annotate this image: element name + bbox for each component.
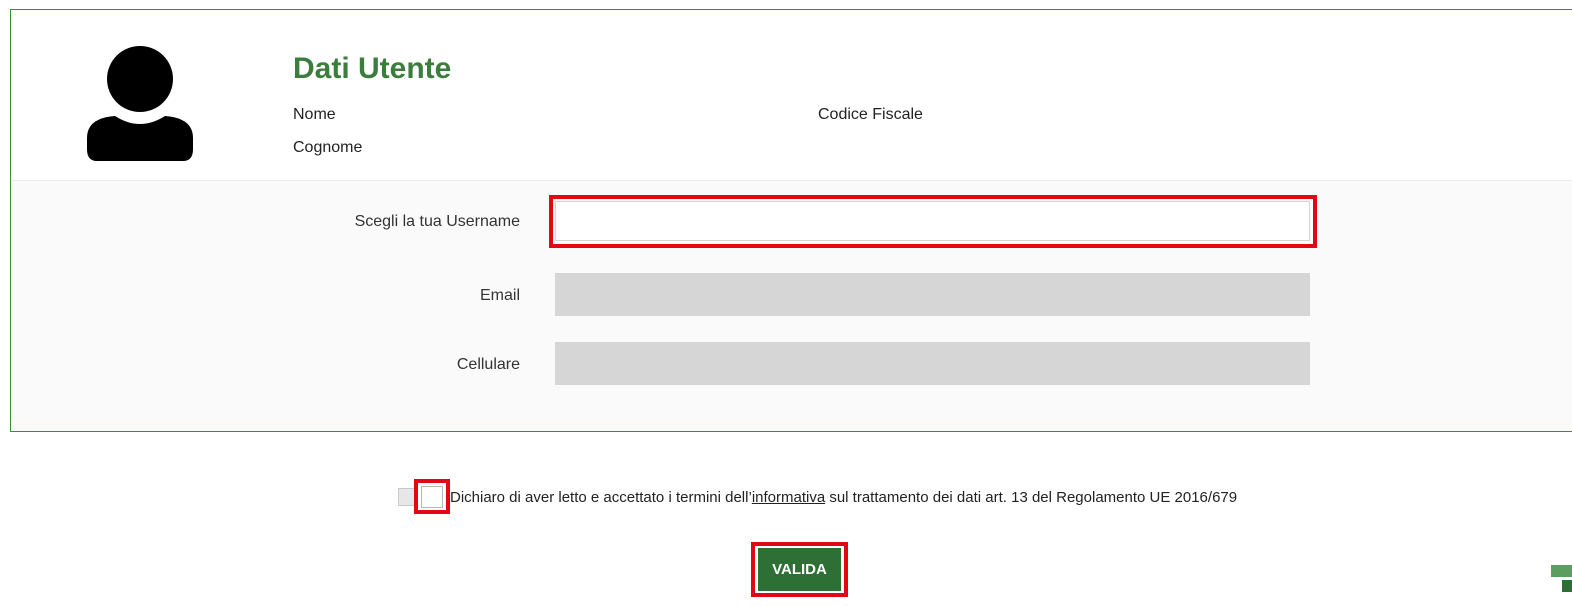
email-label: Email	[479, 287, 520, 304]
email-field	[555, 273, 1310, 316]
corner-badge-dark	[1562, 580, 1572, 592]
informativa-link[interactable]: informativa	[752, 489, 825, 506]
cognome-label: Cognome	[293, 139, 363, 156]
page-title: Dati Utente	[293, 52, 452, 85]
cellulare-label: Cellulare	[456, 356, 520, 373]
nome-label: Nome	[293, 106, 336, 123]
username-label: Scegli la tua Username	[354, 213, 520, 230]
valida-button[interactable]: VALIDA	[758, 548, 841, 591]
codice-fiscale-label: Codice Fiscale	[818, 106, 923, 123]
consent-text-before: Dichiaro di aver letto e accettato i ter…	[450, 489, 752, 506]
corner-badge	[1551, 565, 1572, 577]
consent-text: Dichiaro di aver letto e accettato i ter…	[450, 489, 1237, 506]
username-input[interactable]	[555, 201, 1310, 241]
consent-checkbox-shadow	[398, 488, 416, 506]
cellulare-field	[555, 342, 1310, 385]
consent-text-after: sul trattamento dei dati art. 13 del Reg…	[825, 489, 1238, 506]
consent-checkbox[interactable]	[421, 486, 443, 508]
user-avatar-icon	[87, 46, 193, 161]
